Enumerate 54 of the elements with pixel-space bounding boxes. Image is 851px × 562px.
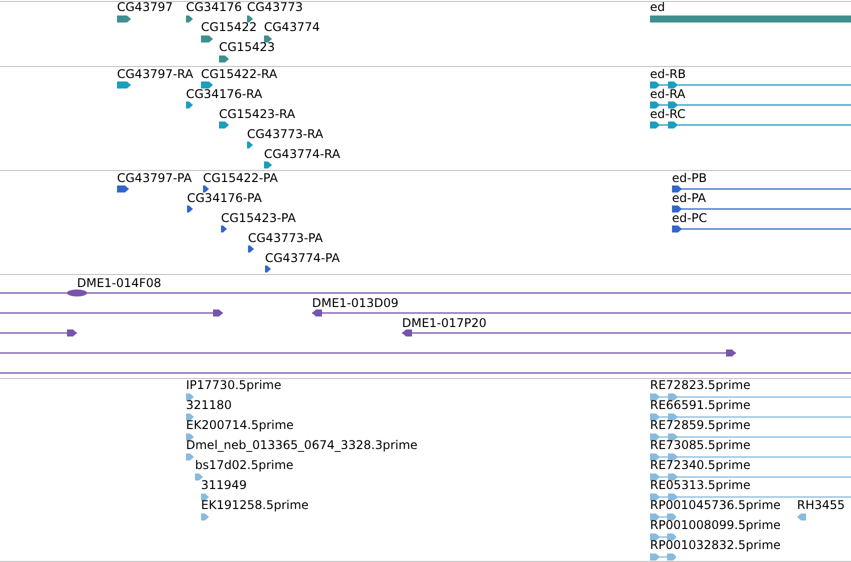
feature-glyph[interactable]: [186, 433, 194, 441]
feature-label: RE73085.5prime: [650, 438, 750, 452]
feature-label: RE72340.5prime: [650, 458, 750, 472]
feature-label: CG15423-PA: [221, 211, 296, 225]
feature-label: DME1-017P20: [402, 316, 487, 330]
feature-label: Dmel_neb_013365_0674_3328.3prime: [186, 438, 418, 452]
feature-label: CG15422-PA: [203, 171, 278, 185]
feature-label: ed: [650, 2, 665, 14]
feature-label: EK200714.5prime: [186, 418, 294, 432]
feature-label: DME1-013D09: [312, 296, 399, 310]
feature-label: CG34176-RA: [186, 87, 262, 101]
feature-label: bs17d02.5prime: [195, 458, 294, 472]
feature-label: CG43774-PA: [265, 251, 340, 265]
feature-label: IP17730.5prime: [186, 378, 282, 392]
feature-label: CG43774-RA: [264, 147, 340, 161]
feature-label: ed-PC: [672, 211, 707, 225]
feature-label: CG43797-RA: [117, 67, 194, 81]
feature-glyph[interactable]: [264, 35, 272, 43]
feature-label: CG43773-RA: [247, 127, 324, 141]
feature-label: EK191258.5prime: [201, 498, 309, 512]
feature-glyph[interactable]: [186, 393, 194, 401]
feature-glyph[interactable]: [650, 533, 676, 541]
feature-label: CG15423-RA: [219, 107, 296, 121]
feature-label: CG15423: [219, 40, 275, 54]
feature-label: ed-RA: [650, 87, 686, 101]
feature-label: RE72859.5prime: [650, 418, 750, 432]
feature-label: RP001008099.5prime: [650, 518, 781, 532]
feature-label: ed-RC: [650, 107, 686, 121]
feature-label: RE66591.5prime: [650, 398, 750, 412]
feature-label: CG34176-PA: [187, 191, 262, 205]
feature-label: RH3455: [797, 498, 845, 512]
feature-label: 311949: [201, 478, 247, 492]
feature-label: ed-RB: [650, 67, 686, 81]
feature-label: CG43774: [264, 20, 320, 34]
feature-label: DME1-014F08: [77, 276, 162, 290]
feature-label: RE72823.5prime: [650, 378, 750, 392]
feature-label: CG34176: [186, 2, 242, 14]
feature-label: RP001032832.5prime: [650, 538, 781, 552]
feature-glyph[interactable]: [650, 513, 676, 521]
feature-glyph[interactable]: [650, 493, 851, 501]
feature-label: RP001045736.5prime: [650, 498, 781, 512]
feature-label: ed-PB: [672, 171, 707, 185]
feature-label: CG15422: [201, 20, 257, 34]
feature-label: CG43797-PA: [117, 171, 192, 185]
feature-label: CG43773: [247, 2, 303, 14]
feature-label: 321180: [186, 398, 232, 412]
feature-glyph[interactable]: [186, 413, 194, 421]
feature-glyph[interactable]: [247, 15, 253, 23]
feature-label: RE05313.5prime: [650, 478, 750, 492]
feature-glyph[interactable]: [201, 493, 209, 501]
feature-label: CG43773-PA: [248, 231, 323, 245]
feature-label: CG43797: [117, 2, 173, 14]
feature-label: CG15422-RA: [201, 67, 278, 81]
feature-label: ed-PA: [672, 191, 706, 205]
